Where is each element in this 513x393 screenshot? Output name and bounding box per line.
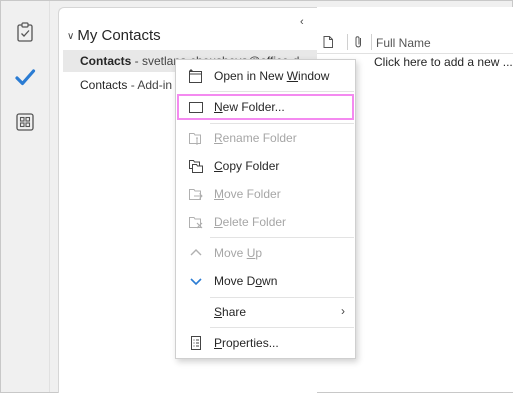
menu-item-delete-folder: Delete Folder: [176, 209, 355, 235]
copy-folder-icon: [189, 160, 203, 173]
menu-item-label: Copy Folder: [214, 159, 280, 173]
todo-check-icon[interactable]: [14, 66, 36, 88]
column-separator[interactable]: [347, 34, 348, 50]
group-label: My Contacts: [77, 27, 161, 44]
folder-account: - Add-in: [127, 78, 173, 92]
new-folder-icon: [189, 102, 203, 113]
properties-icon: [191, 336, 201, 350]
menu-item-label: Properties...: [214, 336, 279, 350]
add-new-contact-row[interactable]: Click here to add a new ...: [374, 55, 513, 69]
menu-item-move-up: Move Up: [176, 240, 355, 266]
menu-separator: [210, 327, 354, 328]
outlook-window: ‹ ∨My Contacts Contacts - svetlana.cheus…: [0, 0, 513, 393]
menu-item-label: Move Up: [214, 246, 263, 260]
menu-item-new-folder[interactable]: New Folder...: [177, 94, 354, 120]
menu-item-share[interactable]: Share ›: [176, 299, 355, 325]
chevron-up-icon: [190, 249, 202, 256]
menu-separator: [210, 91, 354, 92]
menu-item-move-folder: Move Folder: [176, 181, 355, 207]
chevron-down-icon: [190, 278, 202, 286]
menu-separator: [210, 237, 354, 238]
attachment-icon[interactable]: [354, 35, 363, 49]
apps-grid-icon[interactable]: [14, 111, 36, 133]
menu-item-copy-folder[interactable]: Copy Folder: [176, 153, 355, 179]
menu-item-open-in-new-window[interactable]: Open in New Window: [176, 63, 355, 89]
tasks-clipboard-icon[interactable]: [14, 21, 36, 43]
move-folder-icon: [189, 189, 203, 200]
folder-name: Contacts: [80, 78, 128, 92]
delete-folder-icon: [189, 217, 203, 229]
folder-name: Contacts: [80, 54, 132, 68]
full-name-column-header[interactable]: Full Name: [376, 36, 431, 50]
menu-item-label: New Folder...: [214, 100, 285, 114]
collapse-pane-button[interactable]: ‹: [300, 16, 304, 28]
menu-item-move-down[interactable]: Move Down: [176, 268, 355, 294]
menu-separator: [210, 297, 354, 298]
menu-item-label: Move Down: [214, 274, 278, 288]
navigation-rail: [1, 1, 50, 392]
my-contacts-group[interactable]: ∨ My Contacts: [67, 27, 161, 44]
chevron-down-icon: ∨: [67, 31, 75, 42]
menu-item-label: Rename Folder: [214, 131, 297, 145]
menu-item-label: Open in New Window: [214, 69, 330, 83]
menu-item-rename-folder: Rename Folder: [176, 125, 355, 151]
folder-context-menu: Open in New Window New Folder... Rename …: [175, 59, 356, 359]
column-header-row: Full Name: [317, 31, 513, 54]
menu-separator: [210, 123, 354, 124]
column-separator[interactable]: [371, 34, 372, 50]
rename-folder-icon: [189, 133, 201, 145]
open-new-window-icon: [189, 69, 202, 83]
document-icon[interactable]: [323, 36, 333, 48]
submenu-arrow-icon: ›: [341, 304, 345, 318]
menu-item-label: Share: [214, 305, 247, 319]
menu-item-label: Delete Folder: [214, 215, 287, 229]
menu-item-properties[interactable]: Properties...: [176, 330, 355, 356]
menu-item-label: Move Folder: [214, 187, 281, 201]
